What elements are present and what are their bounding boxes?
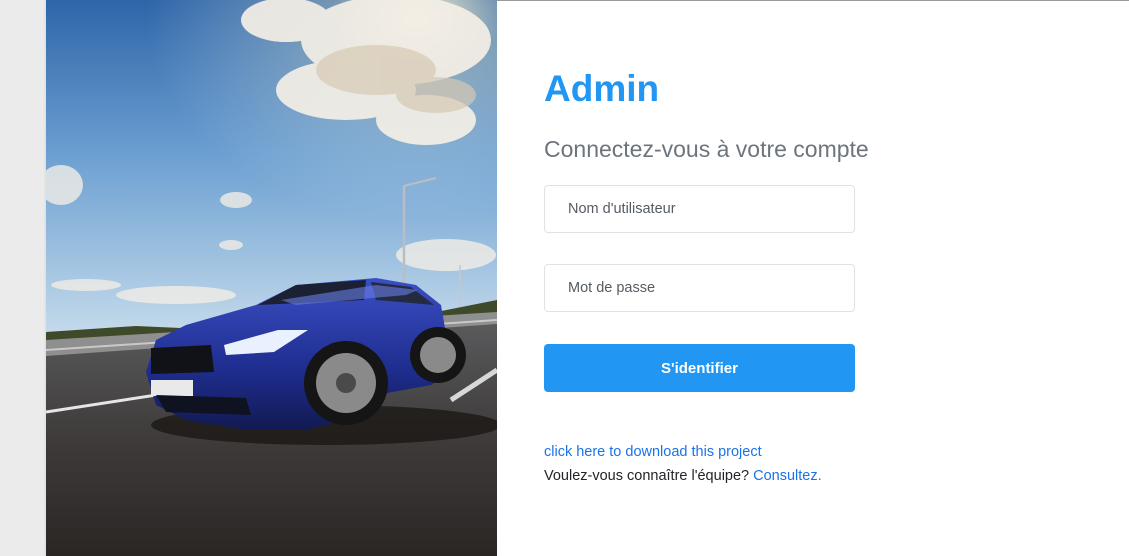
username-input[interactable] — [544, 185, 855, 233]
team-question: Voulez-vous connaître l'équipe? — [544, 468, 750, 484]
brand-title: Admin — [544, 68, 660, 109]
hero-image — [46, 0, 497, 556]
login-card: Admin Connectez-vous à votre compte S'id… — [46, 0, 1129, 556]
team-info: Voulez-vous connaître l'équipe? Consulte… — [544, 468, 822, 484]
login-subtitle: Connectez-vous à votre compte — [544, 136, 869, 162]
team-link[interactable]: Consultez. — [753, 468, 822, 484]
top-divider — [497, 0, 1129, 1]
login-button[interactable]: S'identifier — [544, 344, 855, 392]
password-input[interactable] — [544, 264, 855, 312]
download-project-link[interactable]: click here to download this project — [544, 444, 762, 460]
